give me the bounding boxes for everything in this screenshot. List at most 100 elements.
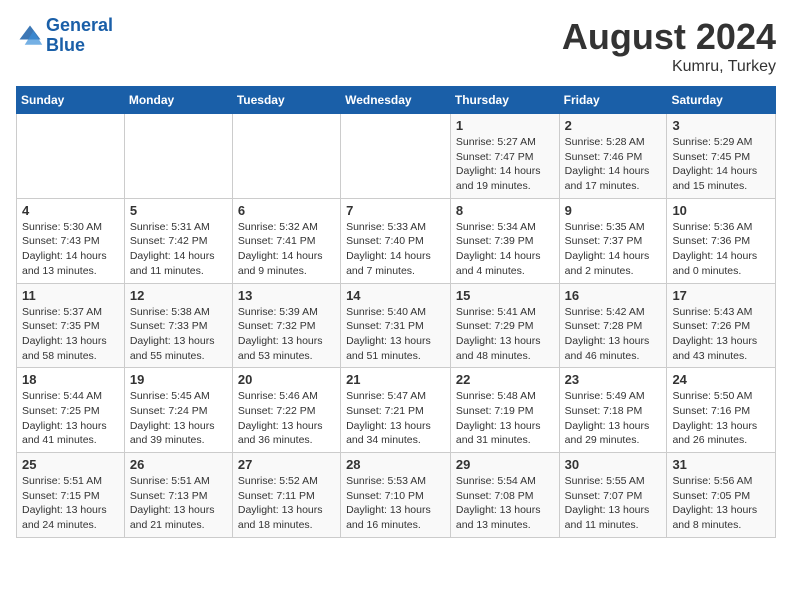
calendar-cell: 28Sunrise: 5:53 AM Sunset: 7:10 PM Dayli… xyxy=(341,453,451,538)
calendar-week-row: 18 Sunrise: 5:44 AM Sunset: 7:25 PM Dayli… xyxy=(17,368,776,453)
day-number: 18 xyxy=(22,372,119,387)
weekday-header: Wednesday xyxy=(341,87,451,114)
day-info: Sunrise: 5:42 AM Sunset: 7:28 PM Dayligh… xyxy=(565,305,662,364)
location: Kumru, Turkey xyxy=(562,58,776,76)
calendar-cell: 16Sunrise: 5:42 AM Sunset: 7:28 PM Dayli… xyxy=(559,283,667,368)
calendar-cell xyxy=(341,114,451,199)
day-number: 12 xyxy=(130,288,227,303)
day-info: Sunrise: 5:54 AM Sunset: 7:08 PM Dayligh… xyxy=(456,474,554,533)
day-info: Sunrise: 5:36 AM Sunset: 7:36 PM Dayligh… xyxy=(672,220,770,279)
calendar-cell: 26Sunrise: 5:51 AM Sunset: 7:13 PM Dayli… xyxy=(124,453,232,538)
calendar-cell: 2 Sunrise: 5:28 AM Sunset: 7:46 PM Daylig… xyxy=(559,114,667,199)
day-number: 3 xyxy=(672,118,770,133)
calendar-week-row: 4 Sunrise: 5:30 AM Sunset: 7:43 PM Daylig… xyxy=(17,198,776,283)
calendar-cell: 20 Sunrise: 5:46 AM Sunset: 7:22 PM Dayli… xyxy=(232,368,340,453)
calendar-cell: 24 Sunrise: 5:50 AM Sunset: 7:16 PM Dayli… xyxy=(667,368,776,453)
day-info: Sunrise: 5:27 AM Sunset: 7:47 PM Dayligh… xyxy=(456,135,554,194)
day-info: Sunrise: 5:39 AM Sunset: 7:32 PM Dayligh… xyxy=(238,305,335,364)
calendar-cell: 19 Sunrise: 5:45 AM Sunset: 7:24 PM Dayli… xyxy=(124,368,232,453)
day-info: Sunrise: 5:38 AM Sunset: 7:33 PM Dayligh… xyxy=(130,305,227,364)
calendar-cell: 13Sunrise: 5:39 AM Sunset: 7:32 PM Dayli… xyxy=(232,283,340,368)
day-info: Sunrise: 5:31 AM Sunset: 7:42 PM Dayligh… xyxy=(130,220,227,279)
day-info: Sunrise: 5:30 AM Sunset: 7:43 PM Dayligh… xyxy=(22,220,119,279)
day-info: Sunrise: 5:56 AM Sunset: 7:05 PM Dayligh… xyxy=(672,474,770,533)
calendar-cell: 25Sunrise: 5:51 AM Sunset: 7:15 PM Dayli… xyxy=(17,453,125,538)
calendar-cell xyxy=(232,114,340,199)
day-number: 14 xyxy=(346,288,445,303)
day-info: Sunrise: 5:45 AM Sunset: 7:24 PM Dayligh… xyxy=(130,389,227,448)
day-info: Sunrise: 5:50 AM Sunset: 7:16 PM Dayligh… xyxy=(672,389,770,448)
day-number: 15 xyxy=(456,288,554,303)
day-number: 6 xyxy=(238,203,335,218)
day-info: Sunrise: 5:48 AM Sunset: 7:19 PM Dayligh… xyxy=(456,389,554,448)
title-block: August 2024 Kumru, Turkey xyxy=(562,16,776,76)
calendar-cell xyxy=(124,114,232,199)
day-info: Sunrise: 5:28 AM Sunset: 7:46 PM Dayligh… xyxy=(565,135,662,194)
day-info: Sunrise: 5:37 AM Sunset: 7:35 PM Dayligh… xyxy=(22,305,119,364)
calendar-table: SundayMondayTuesdayWednesdayThursdayFrid… xyxy=(16,86,776,538)
day-number: 31 xyxy=(672,457,770,472)
day-info: Sunrise: 5:47 AM Sunset: 7:21 PM Dayligh… xyxy=(346,389,445,448)
weekday-header: Friday xyxy=(559,87,667,114)
day-info: Sunrise: 5:46 AM Sunset: 7:22 PM Dayligh… xyxy=(238,389,335,448)
day-info: Sunrise: 5:53 AM Sunset: 7:10 PM Dayligh… xyxy=(346,474,445,533)
calendar-cell: 3 Sunrise: 5:29 AM Sunset: 7:45 PM Daylig… xyxy=(667,114,776,199)
weekday-header: Sunday xyxy=(17,87,125,114)
calendar-cell: 6 Sunrise: 5:32 AM Sunset: 7:41 PM Daylig… xyxy=(232,198,340,283)
calendar-body: 1 Sunrise: 5:27 AM Sunset: 7:47 PM Daylig… xyxy=(17,114,776,538)
day-info: Sunrise: 5:41 AM Sunset: 7:29 PM Dayligh… xyxy=(456,305,554,364)
calendar-cell: 14 Sunrise: 5:40 AM Sunset: 7:31 PM Dayli… xyxy=(341,283,451,368)
day-info: Sunrise: 5:35 AM Sunset: 7:37 PM Dayligh… xyxy=(565,220,662,279)
day-info: Sunrise: 5:29 AM Sunset: 7:45 PM Dayligh… xyxy=(672,135,770,194)
day-info: Sunrise: 5:44 AM Sunset: 7:25 PM Dayligh… xyxy=(22,389,119,448)
day-number: 20 xyxy=(238,372,335,387)
calendar-cell: 23 Sunrise: 5:49 AM Sunset: 7:18 PM Dayli… xyxy=(559,368,667,453)
weekday-row: SundayMondayTuesdayWednesdayThursdayFrid… xyxy=(17,87,776,114)
day-number: 7 xyxy=(346,203,445,218)
day-number: 9 xyxy=(565,203,662,218)
calendar-week-row: 11Sunrise: 5:37 AM Sunset: 7:35 PM Dayli… xyxy=(17,283,776,368)
day-number: 26 xyxy=(130,457,227,472)
calendar-cell: 8Sunrise: 5:34 AM Sunset: 7:39 PM Daylig… xyxy=(450,198,559,283)
day-number: 22 xyxy=(456,372,554,387)
day-info: Sunrise: 5:43 AM Sunset: 7:26 PM Dayligh… xyxy=(672,305,770,364)
day-number: 23 xyxy=(565,372,662,387)
calendar-cell: 21 Sunrise: 5:47 AM Sunset: 7:21 PM Dayli… xyxy=(341,368,451,453)
calendar-cell: 18 Sunrise: 5:44 AM Sunset: 7:25 PM Dayli… xyxy=(17,368,125,453)
logo-icon xyxy=(16,22,44,50)
weekday-header: Tuesday xyxy=(232,87,340,114)
calendar-cell: 1 Sunrise: 5:27 AM Sunset: 7:47 PM Daylig… xyxy=(450,114,559,199)
calendar-cell: 17 Sunrise: 5:43 AM Sunset: 7:26 PM Dayli… xyxy=(667,283,776,368)
calendar-cell: 15 Sunrise: 5:41 AM Sunset: 7:29 PM Dayli… xyxy=(450,283,559,368)
calendar-cell xyxy=(17,114,125,199)
calendar-cell: 7 Sunrise: 5:33 AM Sunset: 7:40 PM Daylig… xyxy=(341,198,451,283)
day-number: 30 xyxy=(565,457,662,472)
calendar-cell: 10Sunrise: 5:36 AM Sunset: 7:36 PM Dayli… xyxy=(667,198,776,283)
day-info: Sunrise: 5:33 AM Sunset: 7:40 PM Dayligh… xyxy=(346,220,445,279)
day-number: 25 xyxy=(22,457,119,472)
weekday-header: Saturday xyxy=(667,87,776,114)
calendar-header: SundayMondayTuesdayWednesdayThursdayFrid… xyxy=(17,87,776,114)
day-number: 17 xyxy=(672,288,770,303)
day-info: Sunrise: 5:40 AM Sunset: 7:31 PM Dayligh… xyxy=(346,305,445,364)
calendar-cell: 31 Sunrise: 5:56 AM Sunset: 7:05 PM Dayli… xyxy=(667,453,776,538)
day-number: 4 xyxy=(22,203,119,218)
logo-text: General Blue xyxy=(46,16,113,56)
page-header: General Blue August 2024 Kumru, Turkey xyxy=(16,16,776,76)
day-info: Sunrise: 5:49 AM Sunset: 7:18 PM Dayligh… xyxy=(565,389,662,448)
day-number: 21 xyxy=(346,372,445,387)
logo: General Blue xyxy=(16,16,113,56)
logo-line1: General xyxy=(46,15,113,35)
day-info: Sunrise: 5:32 AM Sunset: 7:41 PM Dayligh… xyxy=(238,220,335,279)
day-number: 27 xyxy=(238,457,335,472)
calendar-cell: 29Sunrise: 5:54 AM Sunset: 7:08 PM Dayli… xyxy=(450,453,559,538)
weekday-header: Monday xyxy=(124,87,232,114)
day-number: 19 xyxy=(130,372,227,387)
calendar-cell: 22 Sunrise: 5:48 AM Sunset: 7:19 PM Dayli… xyxy=(450,368,559,453)
day-number: 24 xyxy=(672,372,770,387)
day-number: 2 xyxy=(565,118,662,133)
day-number: 1 xyxy=(456,118,554,133)
logo-line2: Blue xyxy=(46,35,85,55)
weekday-header: Thursday xyxy=(450,87,559,114)
month-title: August 2024 xyxy=(562,16,776,58)
